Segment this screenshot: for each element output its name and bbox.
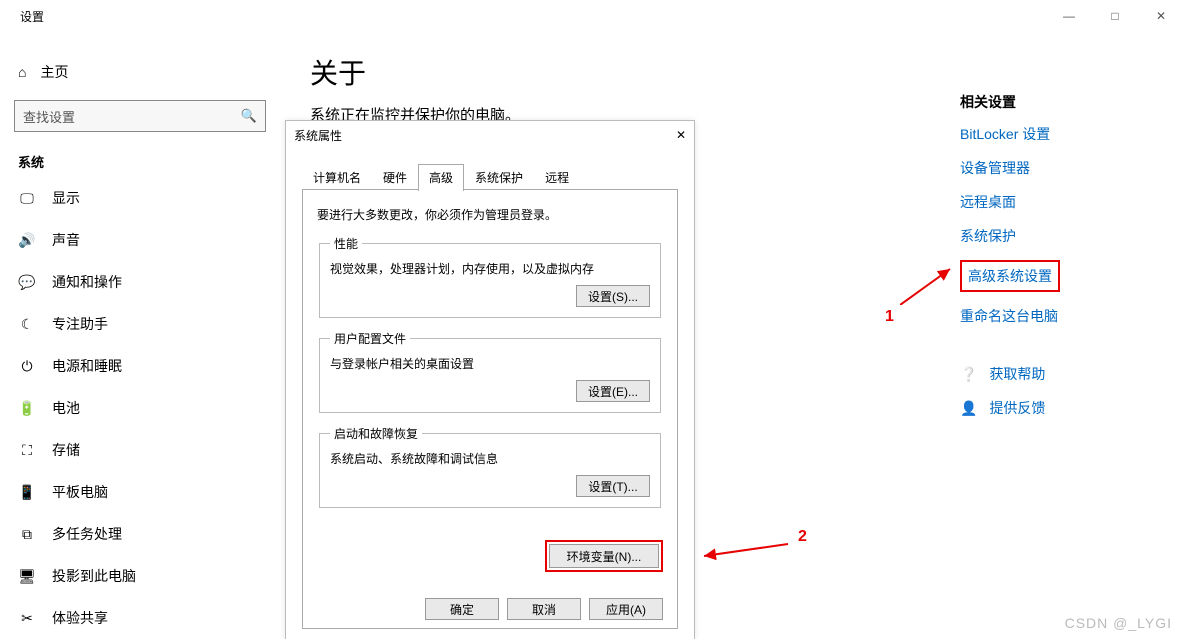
search-icon: 🔍 [241, 108, 257, 124]
cancel-button[interactable]: 取消 [507, 598, 581, 620]
feedback-icon: 👤 [960, 400, 977, 417]
sidebar-item-1[interactable]: 🔊 声音 [14, 219, 266, 261]
home-link[interactable]: ⌂ 主页 [14, 52, 266, 92]
home-icon: ⌂ [18, 64, 26, 80]
sidebar-item-label: 通知和操作 [52, 272, 122, 292]
sidebar-item-icon: 📱 [18, 484, 36, 501]
dialog-tabs: 计算机名硬件高级系统保护远程 [302, 163, 678, 190]
section-title: 系统 [18, 152, 266, 171]
feedback-label: 提供反馈 [989, 398, 1045, 418]
sidebar-item-5[interactable]: 🔋 电池 [14, 387, 266, 429]
sidebar-item-10[interactable]: ✂ 体验共享 [14, 597, 266, 639]
maximize-button[interactable]: □ [1092, 0, 1138, 32]
sidebar-item-label: 电池 [52, 398, 80, 418]
related-head: 相关设置 [960, 92, 1160, 112]
tab-4[interactable]: 远程 [534, 164, 580, 191]
group-settings-button[interactable]: 设置(S)... [576, 285, 650, 307]
home-label: 主页 [40, 62, 68, 82]
close-button[interactable]: ✕ [1138, 0, 1184, 32]
link-rename-pc[interactable]: 重命名这台电脑 [960, 306, 1160, 326]
group-legend: 启动和故障恢复 [330, 425, 422, 442]
link-advanced-system[interactable]: 高级系统设置 [968, 266, 1052, 286]
tab-2[interactable]: 高级 [418, 164, 464, 191]
help-icon: ❔ [960, 366, 977, 383]
dialog-title: 系统属性 [294, 127, 342, 144]
group-settings-button[interactable]: 设置(T)... [576, 475, 650, 497]
sidebar-item-label: 专注助手 [52, 314, 108, 334]
window-controls: — □ ✕ [1046, 0, 1184, 32]
dialog-note: 要进行大多数更改，你必须作为管理员登录。 [317, 206, 663, 223]
group-text: 与登录帐户相关的桌面设置 [330, 355, 650, 372]
annotation-1: 1 [885, 308, 894, 326]
minimize-button[interactable]: — [1046, 0, 1092, 32]
sidebar-item-label: 声音 [52, 230, 80, 250]
tab-1[interactable]: 硬件 [372, 164, 418, 191]
dialog-close-icon[interactable]: ✕ [676, 128, 686, 142]
ok-button[interactable]: 确定 [425, 598, 499, 620]
group-2: 启动和故障恢复系统启动、系统故障和调试信息设置(T)... [319, 425, 661, 508]
sidebar-item-label: 电源和睡眠 [52, 356, 122, 376]
sidebar-item-icon: 🖵 [18, 190, 36, 207]
watermark: CSDN @_LYGI [1065, 615, 1172, 631]
sidebar-item-icon: ⛶ [18, 442, 36, 459]
help-label: 获取帮助 [989, 364, 1045, 384]
env-vars-button[interactable]: 环境变量(N)... [549, 544, 659, 568]
sidebar-item-icon: 🔊 [18, 232, 36, 249]
related-settings: 相关设置 BitLocker 设置 设备管理器 远程桌面 系统保护 高级系统设置… [960, 92, 1160, 432]
sidebar-item-label: 体验共享 [52, 608, 108, 628]
sidebar-item-icon: 🖥 [18, 568, 36, 585]
sidebar-item-icon: ⏻ [18, 358, 36, 375]
group-1: 用户配置文件与登录帐户相关的桌面设置设置(E)... [319, 330, 661, 413]
sidebar-item-0[interactable]: 🖵 显示 [14, 177, 266, 219]
sidebar-item-6[interactable]: ⛶ 存储 [14, 429, 266, 471]
sidebar-item-label: 平板电脑 [52, 482, 108, 502]
sidebar-item-icon: 🔋 [18, 400, 36, 417]
sidebar-item-4[interactable]: ⏻ 电源和睡眠 [14, 345, 266, 387]
group-legend: 性能 [330, 235, 362, 252]
apply-button[interactable]: 应用(A) [589, 598, 663, 620]
link-bitlocker[interactable]: BitLocker 设置 [960, 124, 1160, 144]
search-input[interactable]: 查找设置 🔍 [14, 100, 266, 132]
group-text: 视觉效果，处理器计划，内存使用，以及虚拟内存 [330, 260, 650, 277]
annotation-2: 2 [798, 528, 807, 546]
sidebar-item-label: 存储 [52, 440, 80, 460]
group-text: 系统启动、系统故障和调试信息 [330, 450, 650, 467]
titlebar: 设置 [0, 0, 1184, 32]
sidebar-item-3[interactable]: ☾ 专注助手 [14, 303, 266, 345]
system-properties-dialog: 系统属性 ✕ 计算机名硬件高级系统保护远程 要进行大多数更改，你必须作为管理员登… [285, 120, 695, 639]
tab-3[interactable]: 系统保护 [464, 164, 534, 191]
link-remote-desktop[interactable]: 远程桌面 [960, 192, 1160, 212]
sidebar-item-icon: ⧉ [18, 526, 36, 543]
group-0: 性能视觉效果，处理器计划，内存使用，以及虚拟内存设置(S)... [319, 235, 661, 318]
get-help-link[interactable]: ❔ 获取帮助 [960, 364, 1160, 384]
sidebar: ⌂ 主页 查找设置 🔍 系统 🖵 显示 🔊 声音 💬 通知和操作 ☾ 专注助手 ⏻ 电源和睡眠 🔋 电… [0, 32, 280, 639]
sidebar-item-icon: ☾ [18, 316, 36, 333]
search-placeholder: 查找设置 [23, 107, 75, 126]
window-title: 设置 [20, 8, 44, 25]
sidebar-item-icon: ✂ [18, 610, 36, 627]
sidebar-item-7[interactable]: 📱 平板电脑 [14, 471, 266, 513]
sidebar-item-label: 显示 [52, 188, 80, 208]
sidebar-item-8[interactable]: ⧉ 多任务处理 [14, 513, 266, 555]
sidebar-item-2[interactable]: 💬 通知和操作 [14, 261, 266, 303]
page-title: 关于 [310, 52, 1154, 92]
link-device-manager[interactable]: 设备管理器 [960, 158, 1160, 178]
sidebar-item-icon: 💬 [18, 274, 36, 291]
sidebar-item-label: 多任务处理 [52, 524, 122, 544]
sidebar-item-label: 投影到此电脑 [52, 566, 136, 586]
sidebar-item-9[interactable]: 🖥 投影到此电脑 [14, 555, 266, 597]
link-system-protect[interactable]: 系统保护 [960, 226, 1160, 246]
tab-0[interactable]: 计算机名 [302, 164, 372, 191]
group-legend: 用户配置文件 [330, 330, 410, 347]
group-settings-button[interactable]: 设置(E)... [576, 380, 650, 402]
feedback-link[interactable]: 👤 提供反馈 [960, 398, 1160, 418]
